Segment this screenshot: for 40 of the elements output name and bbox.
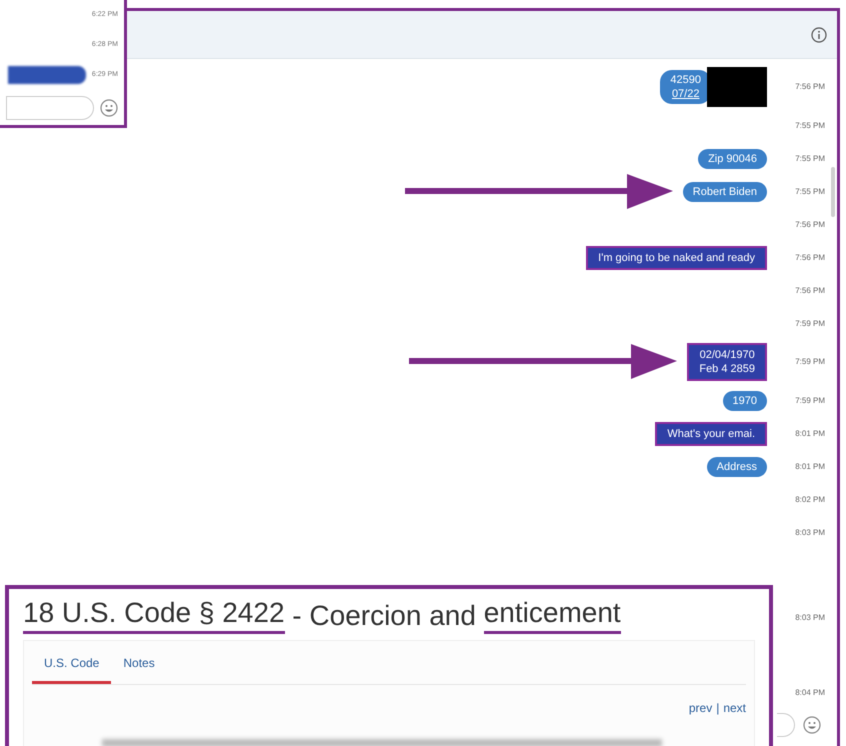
tab[interactable]: U.S. Code [32, 644, 112, 684]
message-input-field[interactable] [777, 713, 795, 737]
message-text: 1970 [732, 394, 757, 408]
tab[interactable]: Notes [111, 644, 167, 684]
message-time: 8:01 PM [794, 428, 825, 440]
message-text: 42590 [670, 73, 701, 87]
info-icon[interactable] [811, 26, 827, 42]
message-time: 7:56 PM [794, 252, 825, 264]
message-time: 8:04 PM [794, 687, 825, 699]
article-title-text: enticement [484, 595, 621, 634]
message-time: 8:03 PM [794, 526, 825, 538]
message-text: I'm going to be naked and ready [598, 250, 755, 264]
nav-separator: | [716, 700, 720, 717]
message-text: 07/22 [672, 87, 700, 101]
message-time: 7:55 PM [794, 186, 825, 198]
message-text: Zip 90046 [708, 152, 757, 166]
nav-link[interactable]: next [723, 699, 746, 717]
message-time: 7:55 PM [794, 120, 825, 132]
message-input-field[interactable] [6, 96, 94, 120]
emoji-icon[interactable] [803, 716, 821, 734]
message-text: Address [716, 460, 757, 474]
message-time: 7:59 PM [794, 356, 825, 368]
message-time: 7:56 PM [794, 284, 825, 296]
message-time: 8:02 PM [794, 494, 825, 506]
article-title-text: - Coercion and [291, 599, 477, 633]
nav-link[interactable]: prev [688, 699, 712, 717]
message-time: 7:59 PM [794, 318, 825, 330]
emoji-icon[interactable] [100, 99, 118, 117]
message-time: 7:59 PM [794, 394, 825, 406]
scrollbar-thumb[interactable] [831, 167, 835, 217]
message-time: 8:01 PM [794, 460, 825, 472]
article-title-code: 18 U.S. Code § 2422 [23, 595, 285, 634]
message-text: What's your emai. [667, 426, 755, 440]
message-text: Robert Biden [692, 184, 757, 198]
message-text: 02/04/1970 [700, 348, 755, 362]
message-time: 7:55 PM [794, 152, 825, 164]
message-time: 7:56 PM [794, 81, 825, 93]
message-time: 8:03 PM [794, 612, 825, 624]
message-time: 7:56 PM [794, 218, 825, 230]
message-text: Feb 4 2859 [699, 362, 755, 376]
